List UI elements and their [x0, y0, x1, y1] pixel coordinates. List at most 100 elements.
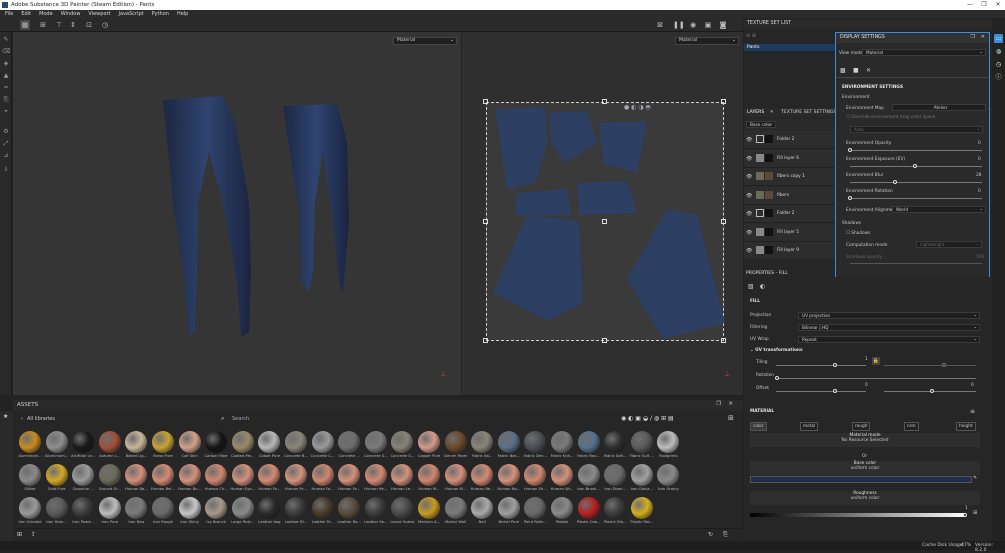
channel-chip-nrm[interactable]: nrm — [904, 422, 919, 431]
asset-item[interactable]: Iron Grainy — [655, 464, 681, 495]
asset-item[interactable]: Pebble — [549, 497, 575, 528]
override-colorspace-checkbox[interactable]: ☐ Override environment map color space — [846, 115, 935, 120]
clone-icon[interactable]: ⎘ — [2, 96, 10, 104]
asset-item[interactable]: Leather Se... — [363, 497, 389, 528]
asset-item[interactable]: Leather bag — [256, 497, 282, 528]
tiling-slider[interactable] — [776, 365, 866, 366]
asset-item[interactable]: Iron Brush... — [576, 464, 602, 495]
display-settings-icon[interactable]: ▭ — [994, 34, 1003, 43]
env-exposure-knob[interactable] — [913, 164, 917, 168]
minimize-button[interactable]: — — [963, 0, 977, 10]
env-map-field[interactable]: Atelier — [892, 104, 986, 111]
close-button[interactable]: ✕ — [991, 0, 1005, 10]
asset-item[interactable]: Fabric Soft... — [602, 431, 628, 462]
uv-handle[interactable] — [721, 99, 726, 104]
menu-item[interactable]: Window — [61, 11, 81, 17]
visibility-eye-icon[interactable]: 👁 — [746, 248, 752, 254]
asset-item[interactable]: Iron Galva... — [629, 464, 655, 495]
asset-item[interactable]: Human Wr... — [549, 464, 575, 495]
shadow-opacity-slider[interactable] — [850, 263, 982, 264]
asset-item[interactable]: Human Fe... — [283, 464, 309, 495]
asset-item[interactable]: Brass Pure — [150, 431, 176, 462]
projection-select[interactable]: UV projection — [798, 312, 980, 319]
viewport-3d[interactable]: ⊥ — [13, 32, 461, 395]
asset-item[interactable]: Human Fa... — [256, 464, 282, 495]
asset-item[interactable]: Concrete S... — [363, 431, 389, 462]
import-icon[interactable]: ⇪ — [31, 531, 36, 538]
tiling-slider-v[interactable] — [884, 365, 976, 366]
visibility-eye-icon[interactable]: 👁 — [746, 137, 752, 143]
roughness-picker-icon[interactable]: ⊞ — [973, 510, 977, 516]
asset-filter-icons[interactable]: ◉ ◐ ▣ ◒ ∕ ◍ ⊞ ▤ — [621, 415, 674, 422]
copy-icon[interactable]: ⎘ — [723, 531, 728, 539]
screenshot-icon[interactable]: ◙ — [718, 20, 728, 30]
asset-item[interactable]: Footprints — [655, 431, 681, 462]
asset-item[interactable]: Leather Bl... — [283, 497, 309, 528]
asset-item[interactable]: Iron Powd... — [70, 497, 96, 528]
menu-item[interactable]: Help — [177, 11, 188, 17]
env-blur-slider[interactable] — [850, 182, 982, 183]
channel-chip-metal[interactable]: metal — [800, 422, 819, 431]
transform-icon[interactable]: ⤢ — [2, 140, 10, 148]
asset-item[interactable]: Human Fo... — [336, 464, 362, 495]
align-top-icon[interactable]: ⊤ — [54, 20, 64, 30]
asset-item[interactable]: Human Le... — [389, 464, 415, 495]
computation-mode-select[interactable]: Lightweight — [916, 241, 982, 248]
menu-item[interactable]: File — [5, 11, 13, 17]
info-icon[interactable]: ⓘ — [994, 73, 1003, 82]
roughness-slider[interactable] — [750, 513, 966, 517]
asset-item[interactable]: Human Eye... — [230, 464, 256, 495]
asset-item[interactable]: Calf Skin — [177, 431, 203, 462]
channel-chip-height[interactable]: height — [956, 422, 976, 431]
env-blur-knob[interactable] — [893, 180, 897, 184]
history-panel-icon[interactable]: ◷ — [994, 60, 1003, 69]
shadows-checkbox[interactable]: ☐ Shadows — [846, 231, 870, 236]
asset-item[interactable]: Fabric Ba... — [469, 431, 495, 462]
visibility-eye-icon[interactable]: 👁 — [746, 156, 752, 162]
asset-item[interactable]: Human M... — [443, 464, 469, 495]
asset-item[interactable]: Fabric Rou... — [576, 431, 602, 462]
colorspace-select[interactable]: Auto — [850, 126, 983, 133]
layer-item[interactable]: 👁 Folder 2 — [744, 205, 836, 223]
library-select[interactable]: All libraries — [27, 416, 55, 422]
texture-set-pants[interactable]: Pants — [744, 44, 836, 51]
uv-handle[interactable] — [483, 219, 488, 224]
rotation-knob[interactable] — [775, 376, 779, 380]
fill-tab-icon[interactable]: ▧ — [748, 283, 754, 290]
library-chevron-icon[interactable]: › — [21, 416, 23, 422]
env-opacity-slider[interactable] — [850, 150, 982, 151]
asset-item[interactable]: Nail — [469, 497, 495, 528]
asset-item[interactable]: Fabric Bas... — [496, 431, 522, 462]
layer-item[interactable]: 👁 fibers copy 1 — [744, 168, 836, 186]
layer-item[interactable]: 👁 Fill layer 9 — [744, 242, 836, 260]
asset-item[interactable]: Human Sh... — [522, 464, 548, 495]
asset-item[interactable]: Iron Grinded — [17, 497, 43, 528]
uv-handle[interactable] — [483, 338, 488, 343]
uv-handle[interactable] — [602, 219, 607, 224]
asset-item[interactable]: Human He... — [363, 464, 389, 495]
asset-item[interactable]: Copper Pure — [416, 431, 442, 462]
uv-handle[interactable] — [483, 99, 488, 104]
asset-item[interactable]: Iron Raw — [123, 497, 149, 528]
asset-item[interactable]: Coated Me... — [230, 431, 256, 462]
asset-item[interactable]: Aluminium... — [44, 431, 70, 462]
viewer-tab-icon[interactable]: ✕ — [866, 67, 871, 74]
env-alignment-select[interactable]: World — [892, 206, 986, 213]
base-color-swatch[interactable] — [750, 476, 972, 483]
symmetry-icon[interactable]: ⊠ — [655, 20, 665, 30]
env-rotation-slider[interactable] — [850, 198, 982, 199]
asset-item[interactable]: Iron Diam... — [602, 464, 628, 495]
viewport-mode-select-2d[interactable]: Material — [675, 37, 739, 45]
rotation-slider[interactable] — [776, 378, 976, 379]
new-folder-icon[interactable]: ⊞ — [17, 531, 22, 538]
tab-close-icon[interactable]: ✕ — [770, 110, 774, 115]
asset-item[interactable]: Ground Gr... — [97, 464, 123, 495]
asset-item[interactable]: Iron Pure — [97, 497, 123, 528]
polygon-fill-icon[interactable]: ▲ — [2, 72, 10, 80]
uv-handle[interactable] — [721, 219, 726, 224]
refresh-icon[interactable]: ↻ — [708, 531, 713, 538]
asset-item[interactable]: Ivy Branch — [203, 497, 229, 528]
asset-item[interactable]: Human Bu... — [177, 464, 203, 495]
asset-item[interactable]: Leather M... — [310, 497, 336, 528]
display-icon[interactable]: ▣ — [703, 20, 713, 30]
